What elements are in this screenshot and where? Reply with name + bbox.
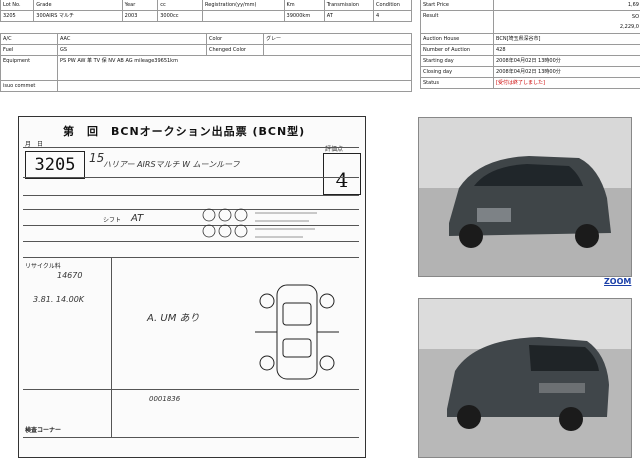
value-grade: 300AIRS マルチ xyxy=(34,11,122,22)
sheet-model-handwriting: ハリアー AIRSマルチ W ムーンルーフ xyxy=(103,159,313,170)
auction-house-value: BCN[埼玉県深谷市] xyxy=(494,34,640,45)
start-price-value: 1,69 xyxy=(494,0,640,11)
comment-value xyxy=(58,81,412,92)
changed-color-label: Chenged Color xyxy=(207,45,264,56)
start-price-label: Start Price xyxy=(421,0,494,11)
status-value: [受付は終了しました] xyxy=(494,78,640,89)
fuel-value: GS xyxy=(58,45,207,56)
car-photo-rear[interactable] xyxy=(418,298,632,458)
header-condition: Condition xyxy=(374,0,412,11)
value-km: 39000km xyxy=(284,11,324,22)
comment-label: isuo commet xyxy=(1,81,58,92)
auction-info-table: Start Price 1,69 Result SO 2,229,0 xyxy=(420,0,640,34)
header-transmission: Transmission xyxy=(324,0,373,11)
header-lot: Lot No. xyxy=(1,0,34,11)
value-lot: 3205 xyxy=(1,11,34,22)
sheet-grade: 4 xyxy=(323,153,361,195)
header-year: Year xyxy=(122,0,158,11)
auction-number-label: Number of Auction xyxy=(421,45,494,56)
header-registration: Registration(yy/mm) xyxy=(203,0,285,11)
closing-day-value: 2008年04月02日 13時00分 xyxy=(494,67,640,78)
value-cc: 3000cc xyxy=(158,11,203,22)
sheet-title: 第 回 BCNオークション出品票 (BCN型) xyxy=(63,123,363,139)
header-km: Km xyxy=(284,0,324,11)
sheet-recycle-value: 14670 xyxy=(57,271,82,280)
auction-number-value: 428 xyxy=(494,45,640,56)
equipment-circles xyxy=(199,207,319,251)
sheet-inspection-corner: 検査コーナー xyxy=(25,425,61,434)
vehicle-detail-table: A/C AAC Color グレー Fuel GS Chenged Color … xyxy=(0,33,412,92)
header-cc: cc xyxy=(158,0,203,11)
spec-header-row: Lot No. Grade Year cc Registration(yy/mm… xyxy=(1,0,412,11)
color-label: Color xyxy=(207,34,264,45)
ac-label: A/C xyxy=(1,34,58,45)
equipment-value: PS PW AW 革 TV 保 NV AB AG mileage39651km xyxy=(58,56,412,81)
value-condition: 4 xyxy=(374,11,412,22)
auction-house-label: Auction House xyxy=(421,34,494,45)
vehicle-spec-table: Lot No. Grade Year cc Registration(yy/mm… xyxy=(0,0,412,22)
result-value-price: 2,229,0 xyxy=(496,22,639,32)
car-diagram xyxy=(247,277,347,387)
sheet-shift-value: AT xyxy=(131,213,143,224)
auction-sheet-image[interactable]: 第 回 BCNオークション出品票 (BCN型) 月 日 3205 評価点 4 ハ… xyxy=(18,116,366,458)
car-photo-front[interactable] xyxy=(418,117,632,277)
changed-color-value xyxy=(264,45,412,56)
closing-day-label: Closing day xyxy=(421,67,494,78)
sheet-odometer: 0001836 xyxy=(149,395,180,403)
value-year: 2003 xyxy=(122,11,158,22)
sheet-handwrite-2: A. UM あり xyxy=(147,309,200,324)
zoom-link[interactable]: ZOOM xyxy=(604,277,631,286)
equipment-label: Equipment xyxy=(1,56,58,81)
color-value: グレー xyxy=(264,34,412,45)
ac-value: AAC xyxy=(58,34,207,45)
spec-value-row: 3205 300AIRS マルチ 2003 3000cc 39000km AT … xyxy=(1,11,412,22)
starting-day-value: 2008年04月02日 13時00分 xyxy=(494,56,640,67)
status-label: Status xyxy=(421,78,494,89)
auction-detail-table: Auction House BCN[埼玉県深谷市] Number of Auct… xyxy=(420,33,640,89)
starting-day-label: Starting day xyxy=(421,56,494,67)
result-value-sold: SO xyxy=(496,12,639,22)
value-transmission: AT xyxy=(324,11,373,22)
sheet-shift-label: シフト xyxy=(103,215,121,224)
sheet-lot-number: 3205 xyxy=(25,151,85,179)
value-registration xyxy=(203,11,285,22)
sheet-grade-label: 評価点 xyxy=(325,144,343,153)
sheet-recycle-label: リサイクル料 xyxy=(25,261,61,270)
header-grade: Grade xyxy=(34,0,122,11)
fuel-label: Fuel xyxy=(1,45,58,56)
result-label: Result xyxy=(421,11,494,34)
sheet-handwrite-1: 3.81. 14.00K xyxy=(33,295,84,304)
